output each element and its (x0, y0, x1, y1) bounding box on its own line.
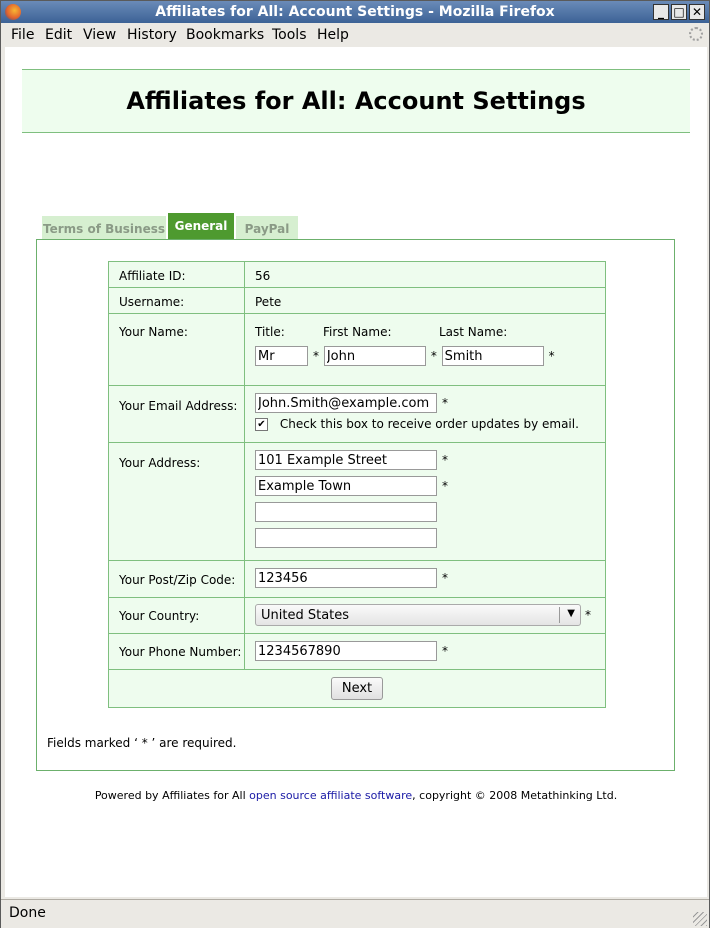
address2-required-mark: * (442, 478, 448, 493)
email-input[interactable] (255, 393, 437, 413)
email-label: Your Email Address: (108, 385, 245, 443)
address-label: Your Address: (108, 442, 245, 561)
country-field: United States ▼ * (244, 597, 606, 634)
browser-window: Affiliates for All: Account Settings - M… (0, 0, 710, 928)
postcode-field: * (244, 560, 606, 598)
menu-bar: File Edit View History Bookmarks Tools H… (1, 23, 709, 47)
email-required-mark: * (442, 395, 448, 410)
postcode-row: Your Post/Zip Code: * (108, 560, 606, 598)
postcode-required-mark: * (442, 570, 448, 585)
first-name-required-mark: * (430, 348, 437, 363)
country-row: Your Country: United States ▼ * (108, 597, 606, 634)
title-bar: Affiliates for All: Account Settings - M… (1, 1, 709, 23)
title-label: Title: (255, 325, 285, 339)
phone-field: * (244, 633, 606, 670)
name-fields: Title: First Name: Last Name: * * * (244, 313, 606, 386)
menu-edit[interactable]: Edit (45, 27, 72, 43)
footer-suffix: , copyright © 2008 Metathinking Ltd. (412, 789, 618, 802)
footer-link[interactable]: open source affiliate software (249, 789, 412, 802)
email-updates-label: Check this box to receive order updates … (279, 417, 579, 431)
last-name-input[interactable] (441, 346, 544, 366)
submit-cell: Next (108, 669, 606, 708)
menu-bookmarks[interactable]: Bookmarks (186, 27, 264, 43)
tab-terms-of-business[interactable]: Terms of Business (42, 216, 166, 239)
settings-panel: Affiliate ID: 56 Username: Pete Your Nam… (36, 239, 675, 771)
status-text: Done (9, 905, 46, 921)
menu-file[interactable]: File (11, 27, 34, 43)
last-name-required-mark: * (548, 348, 555, 363)
window-title: Affiliates for All: Account Settings - M… (155, 4, 555, 20)
status-bar: Done (1, 899, 709, 928)
email-fields: * ✔ Check this box to receive order upda… (244, 385, 606, 443)
first-name-input[interactable] (323, 346, 426, 366)
country-label: Your Country: (108, 597, 245, 634)
title-input[interactable] (255, 346, 308, 366)
affiliate-id-label: Affiliate ID: (108, 261, 245, 288)
menu-help[interactable]: Help (317, 27, 349, 43)
address-row: Your Address: * * (108, 442, 606, 561)
affiliate-id-value: 56 (244, 261, 606, 288)
maximize-icon[interactable]: □ (671, 4, 687, 20)
username-label: Username: (108, 287, 245, 314)
phone-input[interactable] (255, 641, 437, 661)
address1-required-mark: * (442, 452, 448, 467)
chevron-down-icon: ▼ (567, 608, 575, 619)
name-label: Your Name: (108, 313, 245, 386)
address-line1-input[interactable] (255, 450, 437, 470)
resize-grip-icon[interactable] (693, 912, 707, 926)
select-divider (559, 607, 560, 623)
country-required-mark: * (585, 607, 591, 622)
address-line2-input[interactable] (255, 476, 437, 496)
address-line3-input[interactable] (255, 502, 437, 522)
required-fields-note: Fields marked ‘ * ’ are required. (47, 736, 237, 750)
email-row: Your Email Address: * ✔ Check this box t… (108, 385, 606, 443)
menu-history[interactable]: History (127, 27, 177, 43)
affiliate-id-row: Affiliate ID: 56 (108, 261, 606, 288)
postcode-input[interactable] (255, 568, 437, 588)
page-header: Affiliates for All: Account Settings (22, 69, 690, 133)
tab-general[interactable]: General (168, 213, 234, 240)
throbber-icon (689, 27, 703, 41)
last-name-label: Last Name: (439, 325, 508, 339)
address-line4-input[interactable] (255, 528, 437, 548)
page-title: Affiliates for All: Account Settings (126, 87, 586, 115)
email-updates-checkbox[interactable]: ✔ (255, 418, 268, 431)
menu-tools[interactable]: Tools (272, 27, 307, 43)
phone-row: Your Phone Number: * (108, 633, 606, 670)
title-required-mark: * (313, 348, 319, 363)
page-footer: Powered by Affiliates for All open sourc… (5, 789, 707, 802)
postcode-label: Your Post/Zip Code: (108, 560, 245, 598)
tab-paypal[interactable]: PayPal (236, 216, 298, 239)
phone-required-mark: * (442, 643, 448, 658)
username-row: Username: Pete (108, 287, 606, 314)
settings-form: Affiliate ID: 56 Username: Pete Your Nam… (108, 261, 606, 708)
close-icon[interactable]: ✕ (689, 4, 705, 20)
address-fields: * * (244, 442, 606, 561)
first-name-label: First Name: (323, 325, 392, 339)
phone-label: Your Phone Number: (108, 633, 245, 670)
submit-row: Next (108, 669, 606, 708)
footer-prefix: Powered by Affiliates for All (94, 789, 250, 802)
country-selected-value: United States (261, 608, 350, 623)
next-button[interactable]: Next (331, 677, 383, 700)
name-row: Your Name: Title: First Name: Last Name:… (108, 313, 606, 386)
country-select[interactable]: United States ▼ (255, 604, 581, 626)
username-value: Pete (244, 287, 606, 314)
minimize-icon[interactable]: _ (653, 4, 669, 20)
page-content: Affiliates for All: Account Settings Ter… (5, 47, 707, 897)
menu-view[interactable]: View (83, 27, 116, 43)
